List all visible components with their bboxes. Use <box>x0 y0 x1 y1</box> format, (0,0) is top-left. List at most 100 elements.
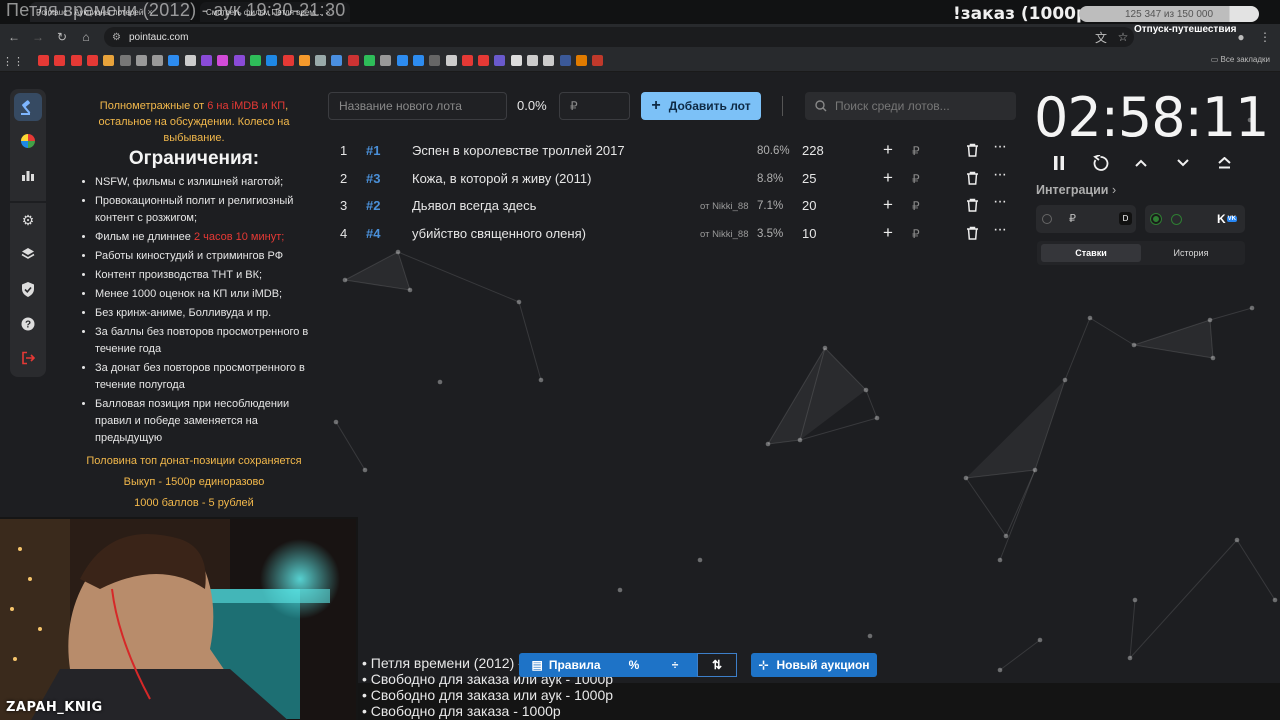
bookmark-icon[interactable] <box>315 55 327 66</box>
trash-icon[interactable] <box>966 143 979 160</box>
translate-icon[interactable]: 文 <box>1092 28 1110 46</box>
layers-icon[interactable] <box>14 240 42 268</box>
gavel-icon[interactable] <box>14 93 42 121</box>
bookmark-icon[interactable] <box>38 55 49 66</box>
settings-icon[interactable]: ⚙ <box>14 206 42 234</box>
logout-icon[interactable] <box>14 344 42 372</box>
add-amount-icon[interactable]: + <box>883 168 893 188</box>
time-up-icon[interactable] <box>1131 153 1151 173</box>
lot-name[interactable]: Кожа, в которой я живу (2011) <box>412 171 591 186</box>
bookmark-star-icon[interactable]: ☆ <box>1114 28 1132 46</box>
ruble-icon[interactable]: ₽ <box>912 199 920 213</box>
ruble-icon[interactable]: ₽ <box>912 144 920 158</box>
menu-kebab-icon[interactable]: ⋮ <box>1256 28 1274 46</box>
bookmark-icon[interactable] <box>135 55 147 66</box>
forward-icon[interactable]: → <box>29 28 47 46</box>
integrations-header[interactable]: Интеграции › <box>1036 183 1116 197</box>
bookmark-icon[interactable] <box>575 55 587 66</box>
bookmark-icon[interactable] <box>396 55 408 66</box>
lot-name-input[interactable]: Название нового лота <box>328 92 507 120</box>
shield-icon[interactable] <box>14 275 42 303</box>
bookmark-icon[interactable] <box>298 55 310 66</box>
bookmark-icon[interactable] <box>559 55 571 66</box>
time-double-up-icon[interactable] <box>1214 153 1234 173</box>
lot-amount[interactable]: 25 <box>802 171 816 186</box>
sort-icon[interactable]: ⇅ <box>697 653 737 677</box>
wheel-icon[interactable] <box>14 127 42 155</box>
divide-icon[interactable]: ÷ <box>657 653 693 677</box>
lot-amount[interactable]: 10 <box>802 226 816 241</box>
lot-name[interactable]: убийство священного оленя) <box>412 226 586 241</box>
bookmark-icon[interactable] <box>543 55 555 66</box>
bookmark-icon[interactable] <box>201 55 212 66</box>
ruble-icon[interactable]: ₽ <box>912 172 920 186</box>
bookmark-icon[interactable] <box>412 55 424 66</box>
add-amount-icon[interactable]: + <box>883 195 893 215</box>
bookmark-icon[interactable] <box>249 55 261 66</box>
bookmark-icon[interactable] <box>168 55 180 66</box>
bookmark-icon[interactable] <box>380 55 392 66</box>
more-options-icon[interactable]: ··· <box>993 166 1007 184</box>
bookmark-icon[interactable] <box>233 55 245 66</box>
lot-amount[interactable]: 228 <box>802 143 824 158</box>
percent-toggle[interactable]: % <box>617 653 651 677</box>
back-icon[interactable]: ← <box>5 28 23 46</box>
bookmark-icon[interactable] <box>266 55 278 66</box>
bookmark-icon[interactable] <box>364 55 375 66</box>
lot-amount[interactable]: 20 <box>802 198 816 213</box>
bookmark-icon[interactable] <box>103 55 115 66</box>
bookmark-icon[interactable] <box>494 55 506 66</box>
add-amount-icon[interactable]: + <box>883 140 893 160</box>
home-icon[interactable]: ⌂ <box>77 28 95 46</box>
ruble-icon[interactable]: ₽ <box>912 227 920 241</box>
reload-icon[interactable]: ↻ <box>53 28 71 46</box>
bookmark-icon[interactable] <box>282 55 294 66</box>
bookmark-icon[interactable] <box>461 55 473 66</box>
bookmark-icon[interactable] <box>445 55 457 66</box>
plus-icon: + <box>651 97 661 114</box>
address-bar[interactable]: ⚙ pointauc.com <box>104 27 1134 47</box>
site-info-icon[interactable]: ⚙ <box>112 32 121 43</box>
lot-name[interactable]: Дьявол всегда здесь <box>412 198 536 213</box>
bookmark-icon[interactable] <box>217 55 229 66</box>
bookmark-icon[interactable] <box>478 55 490 66</box>
bookmark-icon[interactable] <box>331 55 343 66</box>
bookmark-icon[interactable] <box>86 55 98 66</box>
bookmark-icon[interactable] <box>347 55 359 66</box>
add-lot-button[interactable]: + Добавить лот <box>641 92 761 120</box>
reset-icon[interactable] <box>1090 153 1110 173</box>
more-options-icon[interactable]: ··· <box>993 193 1007 211</box>
pause-icon[interactable] <box>1049 153 1069 173</box>
network-node <box>997 667 1003 673</box>
lot-amount-input[interactable]: ₽ <box>559 92 630 120</box>
all-bookmarks-link[interactable]: ▭ Все закладки <box>1211 55 1270 64</box>
bookmark-icon[interactable] <box>152 55 164 66</box>
lot-search-input[interactable]: Поиск среди лотов... <box>805 92 1016 120</box>
network-node <box>538 377 544 383</box>
bookmark-icon[interactable] <box>184 55 196 66</box>
more-options-icon[interactable]: ··· <box>993 138 1007 156</box>
bookmark-icon[interactable] <box>119 55 131 66</box>
apps-grid-icon[interactable]: ⋮⋮ <box>2 52 24 70</box>
more-options-icon[interactable]: ··· <box>993 221 1007 239</box>
donation-integration-card[interactable]: ₽ D <box>1036 205 1136 233</box>
add-amount-icon[interactable]: + <box>883 223 893 243</box>
bookmark-icon[interactable] <box>592 55 604 66</box>
trash-icon[interactable] <box>966 171 979 188</box>
vk-integration-card[interactable]: K VK <box>1145 205 1245 233</box>
help-icon[interactable]: ? <box>14 310 42 338</box>
tab-history[interactable]: История <box>1141 244 1241 262</box>
new-auction-button[interactable]: ⊹ Новый аукцион <box>751 653 877 677</box>
tab-bets[interactable]: Ставки <box>1041 244 1141 262</box>
bookmark-icon[interactable] <box>54 55 66 66</box>
trash-icon[interactable] <box>966 226 979 243</box>
bookmark-icon[interactable] <box>429 55 441 66</box>
rules-button[interactable]: ▤ Правила <box>519 653 613 677</box>
bookmark-icon[interactable] <box>510 55 522 66</box>
lot-name[interactable]: Эспен в королевстве троллей 2017 <box>412 143 625 158</box>
bookmark-icon[interactable] <box>70 55 82 66</box>
time-down-icon[interactable] <box>1173 153 1193 173</box>
trash-icon[interactable] <box>966 198 979 215</box>
stats-icon[interactable] <box>14 161 42 189</box>
bookmark-icon[interactable] <box>527 55 538 66</box>
